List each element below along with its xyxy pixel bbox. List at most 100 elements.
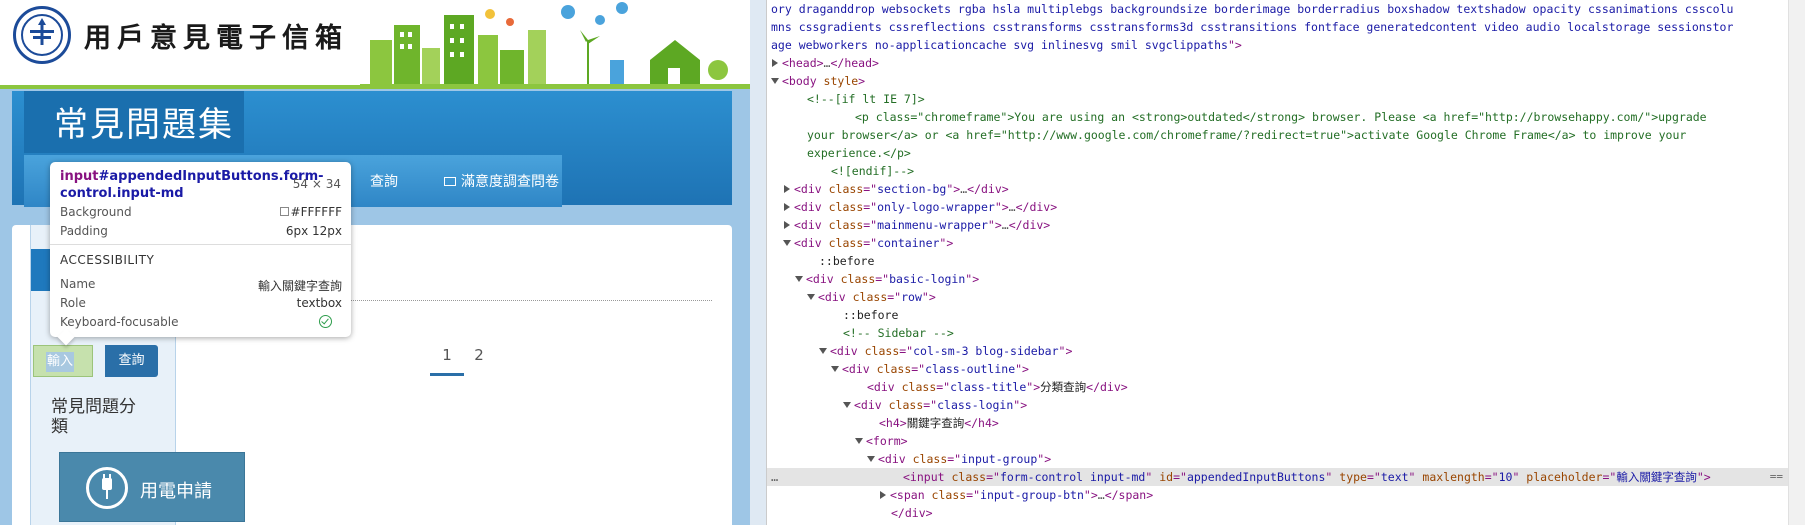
color-swatch-icon bbox=[279, 207, 289, 216]
tooltip-background-label: Background bbox=[60, 205, 132, 219]
apply-electricity-tile[interactable]: 用電申請 bbox=[59, 452, 245, 522]
dom-node-line[interactable]: <div class="row"> bbox=[767, 288, 1805, 306]
dom-node-line[interactable]: experience.</p> bbox=[767, 144, 1805, 162]
tooltip-background-value-wrap: #FFFFFF bbox=[279, 205, 342, 219]
dom-node-content: <div class="class-outline"> bbox=[831, 360, 1029, 378]
dom-node-line[interactable]: ::before bbox=[767, 252, 1805, 270]
nav-query[interactable]: 查詢 bbox=[370, 171, 398, 191]
dom-node-line[interactable]: <div class="only-logo-wrapper">…</div> bbox=[767, 198, 1805, 216]
tooltip-name-label: Name bbox=[60, 277, 96, 291]
dom-node-selected[interactable]: <input class="form-control input-md" id=… bbox=[767, 468, 1805, 486]
tooltip-role-row: Role textbox bbox=[60, 296, 342, 312]
site-title: 用戶意見電子信箱 bbox=[84, 23, 348, 54]
dom-node-line[interactable]: <div class="container"> bbox=[767, 234, 1805, 252]
tooltip-divider bbox=[50, 244, 351, 245]
dom-node-line[interactable]: <body style> bbox=[767, 72, 1805, 90]
dom-node-line[interactable]: <p class="chromeframe">You are using an … bbox=[767, 108, 1805, 126]
dom-node-content: mns cssgradients cssreflections csstrans… bbox=[771, 20, 1734, 34]
tooltip-padding-row: Padding 6px 12px bbox=[60, 224, 342, 240]
expanded-triangle-icon[interactable] bbox=[855, 437, 863, 444]
page-link-2[interactable]: 2 bbox=[462, 346, 496, 364]
tooltip-padding-value: 6px 12px bbox=[285, 224, 342, 238]
expanded-triangle-icon[interactable] bbox=[819, 347, 827, 354]
dom-node-content: <div class="section-bg">…</div> bbox=[783, 180, 1009, 198]
dom-node-content: <div class="mainmenu-wrapper">…</div> bbox=[783, 216, 1050, 234]
dom-node-line[interactable]: </div> bbox=[767, 504, 1805, 522]
dom-node-content: <div class="class-title">分類查詢</div> bbox=[867, 380, 1128, 394]
dom-node-content: <input class="form-control input-md" id=… bbox=[903, 470, 1711, 484]
dom-node-line[interactable]: <div class="class-title">分類查詢</div> bbox=[767, 378, 1805, 396]
green-city-illustration bbox=[360, 0, 750, 88]
tooltip-focus-row: Keyboard-focusable bbox=[60, 315, 342, 331]
browser-page-viewport: 用戶意見電子信箱 常見問題集 查詢 滿意度調查問卷 輸入 查詢 常見問題分類 用… bbox=[0, 0, 750, 525]
tooltip-selector-tag: input bbox=[60, 169, 99, 184]
tooltip-selector-rest: #appendedInputButtons.form-control.input… bbox=[60, 169, 324, 201]
dom-node-content: <div class="row"> bbox=[807, 288, 936, 306]
collapsed-triangle-icon[interactable] bbox=[784, 184, 790, 193]
dom-node-content: <span class="input-group-btn">…</span> bbox=[879, 486, 1153, 504]
plug-icon bbox=[86, 467, 128, 509]
dom-node-content: <div class="input-group"> bbox=[867, 450, 1051, 468]
devtools-elements-panel: ory draganddrop websockets rgba hsla mul… bbox=[767, 0, 1805, 525]
dom-node-content: ::before bbox=[843, 308, 899, 322]
panel-splitter[interactable] bbox=[750, 0, 767, 525]
collapsed-triangle-icon[interactable] bbox=[784, 220, 790, 229]
survey-icon bbox=[444, 176, 456, 186]
devtools-scrollbar[interactable] bbox=[1788, 0, 1805, 525]
dom-node-line[interactable]: mns cssgradients cssreflections csstrans… bbox=[767, 18, 1805, 36]
dom-node-content: <!--[if lt IE 7]> bbox=[807, 92, 925, 106]
dom-node-content: <p class="chromeframe">You are using an … bbox=[855, 110, 1707, 124]
apply-tile-label: 用電申請 bbox=[140, 481, 212, 502]
dom-node-line[interactable]: <div class="input-group"> bbox=[767, 450, 1805, 468]
page-link-1[interactable]: 1 bbox=[430, 346, 464, 376]
collapsed-triangle-icon[interactable] bbox=[772, 58, 778, 67]
dom-node-content: <head>…</head> bbox=[771, 54, 879, 72]
expanded-triangle-icon[interactable] bbox=[771, 77, 779, 84]
expanded-triangle-icon[interactable] bbox=[843, 401, 851, 408]
nav-survey[interactable]: 滿意度調查問卷 bbox=[444, 171, 559, 191]
taipower-logo-icon[interactable] bbox=[13, 6, 71, 64]
dom-node-line[interactable]: <span class="input-group-btn">…</span> bbox=[767, 486, 1805, 504]
dom-node-content: <div class="only-logo-wrapper">…</div> bbox=[783, 198, 1057, 216]
tooltip-name-value: 輸入關鍵字查詢 bbox=[257, 279, 342, 293]
dom-node-line[interactable]: <form> bbox=[767, 432, 1805, 450]
dom-node-line[interactable]: ory draganddrop websockets rgba hsla mul… bbox=[767, 0, 1805, 18]
expanded-triangle-icon[interactable] bbox=[807, 293, 815, 300]
tooltip-background-row: Background #FFFFFF bbox=[60, 205, 342, 221]
dom-node-line[interactable]: age webworkers no-applicationcache svg i… bbox=[767, 36, 1805, 54]
tooltip-focus-label: Keyboard-focusable bbox=[60, 315, 179, 329]
dom-node-line[interactable]: <div class="class-login"> bbox=[767, 396, 1805, 414]
dom-node-line[interactable]: <!--[if lt IE 7]> bbox=[767, 90, 1805, 108]
tooltip-padding-label: Padding bbox=[60, 224, 108, 238]
dom-node-content: <form> bbox=[855, 432, 908, 450]
keyword-search-input[interactable]: 輸入 bbox=[33, 345, 93, 377]
collapsed-triangle-icon[interactable] bbox=[880, 490, 886, 499]
dom-node-line[interactable]: <div class="class-outline"> bbox=[767, 360, 1805, 378]
dom-node-content: age webworkers no-applicationcache svg i… bbox=[771, 38, 1242, 52]
dom-node-line[interactable]: <head>…</head> bbox=[767, 54, 1805, 72]
check-circle-icon bbox=[319, 315, 332, 328]
dom-node-line[interactable]: <h4>關鍵字查詢</h4> bbox=[767, 414, 1805, 432]
tooltip-role-value: textbox bbox=[296, 296, 342, 310]
dom-node-line[interactable]: ::before bbox=[767, 306, 1805, 324]
dom-node-content: <div class="col-sm-3 blog-sidebar"> bbox=[819, 342, 1072, 360]
expanded-triangle-icon[interactable] bbox=[795, 275, 803, 282]
dom-node-line[interactable]: your browser</a> or <a href="http://www.… bbox=[767, 126, 1805, 144]
tooltip-name-row: Name 輸入關鍵字查詢 bbox=[60, 277, 342, 293]
collapsed-triangle-icon[interactable] bbox=[784, 202, 790, 211]
dom-node-content: <body style> bbox=[771, 72, 865, 90]
expanded-triangle-icon[interactable] bbox=[831, 365, 839, 372]
dom-node-line[interactable]: <!-- Sidebar --> bbox=[767, 324, 1805, 342]
expanded-triangle-icon[interactable] bbox=[867, 455, 875, 462]
tooltip-role-label: Role bbox=[60, 296, 86, 310]
dom-node-line[interactable]: <div class="col-sm-3 blog-sidebar"> bbox=[767, 342, 1805, 360]
dom-node-line[interactable]: <![endif]--> bbox=[767, 162, 1805, 180]
dom-node-line[interactable]: <div class="basic-login"> bbox=[767, 270, 1805, 288]
tooltip-background-value: #FFFFFF bbox=[290, 205, 342, 219]
expanded-triangle-icon[interactable] bbox=[783, 239, 791, 246]
dom-node-content: </div> bbox=[891, 506, 933, 520]
dom-node-line[interactable]: <div class="mainmenu-wrapper">…</div> bbox=[767, 216, 1805, 234]
more-options-icon[interactable]: … bbox=[771, 468, 778, 486]
dom-node-line[interactable]: <div class="section-bg">…</div> bbox=[767, 180, 1805, 198]
search-button[interactable]: 查詢 bbox=[105, 345, 158, 377]
